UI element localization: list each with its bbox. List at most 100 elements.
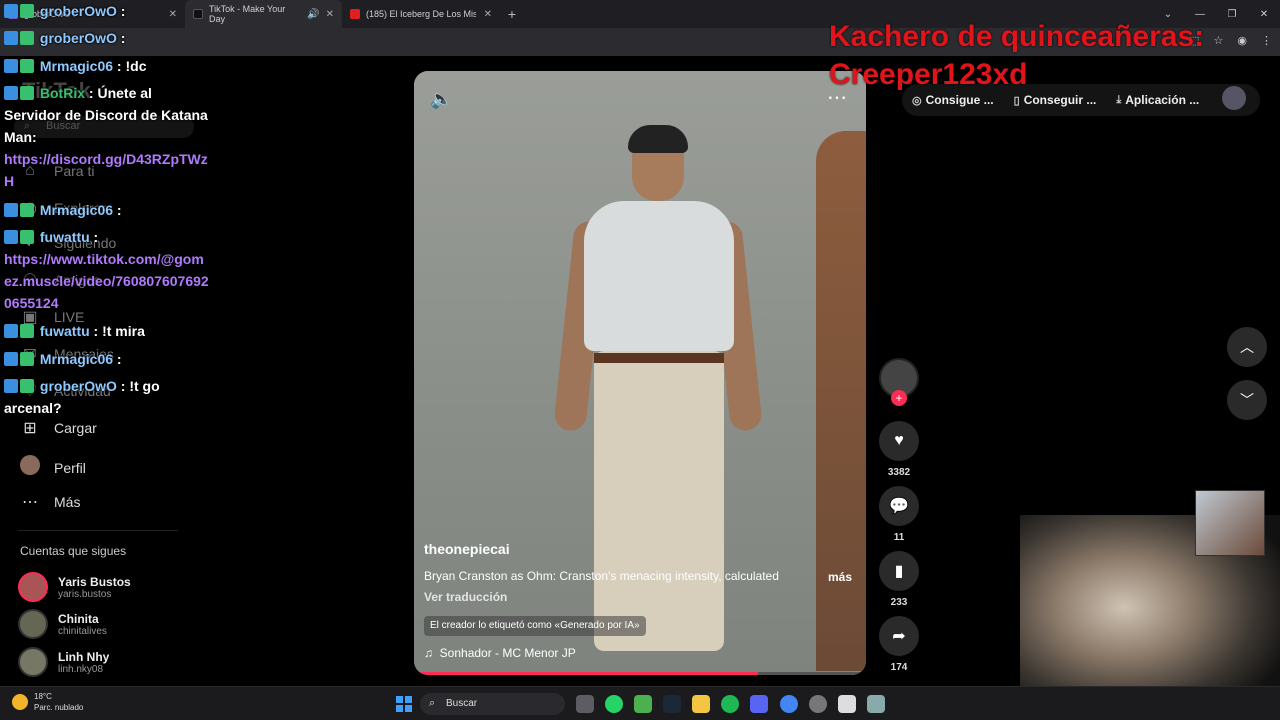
badge-icon: [20, 324, 34, 338]
badge-icon: [4, 86, 18, 100]
divider: [18, 530, 178, 531]
overlay-line: Kachero de quinceañeras:: [829, 20, 1205, 53]
chat-text: :: [116, 3, 126, 19]
pill-label: Aplicación ...: [1125, 93, 1200, 107]
chat-overlay: groberOwO : groberOwO : Mrmagic06 : !dc …: [0, 0, 210, 420]
new-tab-button[interactable]: +: [500, 6, 524, 22]
discord-icon[interactable]: [750, 695, 768, 713]
chat-text: : !t mira: [89, 323, 145, 339]
chevron-down-icon: ﹀: [1240, 392, 1254, 408]
close-icon[interactable]: ✕: [326, 9, 334, 20]
chat-user: groberOwO: [39, 30, 117, 46]
restore-icon[interactable]: ❐: [1216, 0, 1248, 28]
avatar: [18, 609, 48, 639]
chat-user: fuwattu: [39, 229, 90, 245]
screen: { "browser": { "tabs": [ {"label": "grob…: [0, 0, 1280, 720]
nav-cargar[interactable]: ⊞ Cargar: [20, 418, 97, 438]
more-button[interactable]: más: [828, 570, 852, 584]
chat-user: groberOwO: [39, 3, 117, 19]
follow-plus-icon[interactable]: +: [891, 390, 907, 406]
nav-label: Cargar: [54, 420, 97, 436]
task-view-icon[interactable]: [576, 695, 594, 713]
file-explorer-icon[interactable]: [692, 695, 710, 713]
nav-perfil[interactable]: Perfil: [20, 455, 86, 480]
following-name: Chinita: [58, 611, 99, 626]
overlay-line: Creeper123xd: [829, 58, 1028, 91]
more-icon: ⋯: [22, 494, 38, 511]
video-progress-fill: [414, 672, 758, 675]
chat-link[interactable]: https://www.tiktok.com/@gomez.muscle/vid…: [4, 248, 210, 314]
heart-icon: ♥: [894, 432, 904, 449]
badge-icon: [20, 379, 34, 393]
steam-icon[interactable]: [663, 695, 681, 713]
comment-count: 11: [893, 532, 905, 543]
menu-icon[interactable]: ⋮: [1261, 34, 1272, 47]
save-button[interactable]: ▮: [879, 551, 919, 591]
close-window-icon[interactable]: ✕: [1248, 0, 1280, 28]
video-figure-belt: [594, 353, 724, 363]
following-item[interactable]: Yaris Bustos yaris.bustos: [18, 572, 131, 602]
search-icon: ⌕: [429, 697, 436, 709]
music-note-icon: ♫: [424, 646, 433, 660]
minecraft-icon[interactable]: [634, 695, 652, 713]
obs-icon[interactable]: [838, 695, 856, 713]
app-icon[interactable]: [809, 695, 827, 713]
taskbar-search[interactable]: ⌕ Buscar: [420, 693, 565, 715]
comment-button[interactable]: 💬: [879, 486, 919, 526]
tab-label: TikTok - Make Your Day: [209, 4, 286, 24]
profile-icon[interactable]: ◉: [1237, 34, 1247, 47]
volume-icon[interactable]: 🔈: [430, 89, 452, 110]
chat-text: : !dc: [113, 58, 147, 74]
following-handle: chinitalives: [58, 625, 107, 637]
following-item[interactable]: Chinita chinitalives: [18, 609, 107, 639]
ai-tag: El creador lo etiquetó como «Generado po…: [424, 616, 646, 636]
chat-user: fuwattu: [39, 323, 90, 339]
music-link[interactable]: ♫ Sonhador - MC Menor JP: [424, 646, 576, 660]
badge-icon: [4, 324, 18, 338]
weather-widget[interactable]: 18°C Parc. nublado: [12, 691, 83, 713]
share-count: 174: [890, 662, 908, 673]
chat-message: Mrmagic06 :: [4, 348, 122, 370]
video-progress[interactable]: [414, 672, 866, 675]
chat-text: :: [116, 30, 126, 46]
previous-video-button[interactable]: ︿: [1227, 327, 1267, 367]
share-button[interactable]: ➦: [879, 616, 919, 656]
weather-temp: 18°C: [34, 692, 52, 701]
next-video-button[interactable]: ﹀: [1227, 380, 1267, 420]
coins-button[interactable]: ◎ Consigue ...: [902, 93, 1004, 107]
chat-link[interactable]: https://discord.gg/D43RZpTWzH: [4, 148, 210, 192]
video-player[interactable]: 🔈 ⋯ theonepiecai Bryan Cranston as Ohm: …: [414, 71, 866, 675]
bookmark-icon[interactable]: ☆: [1214, 34, 1224, 47]
spotify-icon[interactable]: [721, 695, 739, 713]
whatsapp-icon[interactable]: [605, 695, 623, 713]
badge-icon: [20, 4, 34, 18]
music-label: Sonhador - MC Menor JP: [439, 646, 576, 660]
webcam-small: [1195, 490, 1265, 556]
tab-label: (185) El Iceberg De Los Misterio: [366, 9, 476, 19]
get-app-button[interactable]: ▯ Conseguir ...: [1004, 93, 1107, 107]
phone-icon: ▯: [1013, 94, 1020, 107]
close-icon[interactable]: ✕: [484, 9, 492, 20]
nav-label: Más: [54, 494, 81, 510]
like-button[interactable]: ♥: [879, 421, 919, 461]
user-avatar[interactable]: [1222, 86, 1246, 110]
video-creator[interactable]: theonepiecai: [424, 541, 510, 557]
translate-button[interactable]: Ver traducción: [424, 590, 507, 604]
badge-icon: [4, 31, 18, 45]
following-item[interactable]: Linh Nhy linh.nky08: [18, 647, 109, 677]
share-icon: ➦: [892, 628, 906, 645]
nav-mas[interactable]: ⋯ Más: [20, 492, 80, 512]
tab-youtube[interactable]: (185) El Iceberg De Los Misterio ✕: [342, 0, 500, 28]
download-app-button[interactable]: ⤓ Aplicación ...: [1106, 93, 1209, 107]
chrome-icon[interactable]: [780, 695, 798, 713]
speaker-icon[interactable]: 🔊: [307, 9, 319, 20]
save-count: 233: [890, 597, 908, 608]
taskbar-search-label: Buscar: [446, 698, 478, 709]
chat-text: :: [113, 351, 122, 367]
following-name: Yaris Bustos: [58, 574, 131, 589]
calculator-icon[interactable]: [867, 695, 885, 713]
start-button[interactable]: [396, 696, 412, 712]
badge-icon: [20, 59, 34, 73]
video-figure-side: [816, 131, 866, 671]
badge-icon: [4, 379, 18, 393]
